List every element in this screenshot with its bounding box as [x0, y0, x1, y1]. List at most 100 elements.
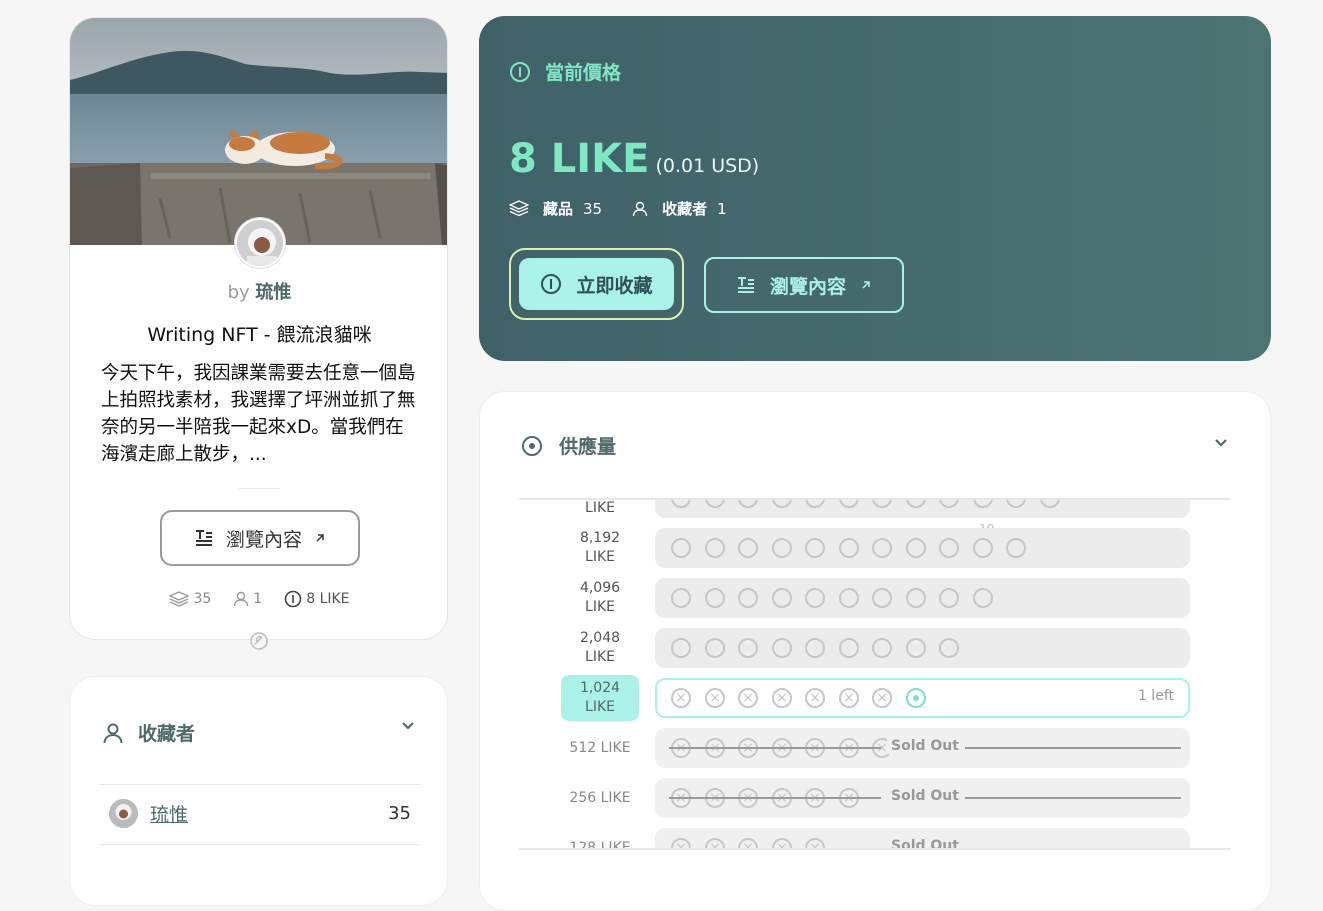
current-price-title: 當前價格: [545, 62, 622, 84]
price-stats: 藏品 35 收藏者 1: [509, 198, 727, 219]
price-stat: 8 LIKE: [284, 590, 350, 608]
sold-out-label: Sold Out: [887, 838, 963, 848]
tier-row: 2,048 LIKE: [519, 628, 1231, 668]
tier-bar: ×××××× Sold Out: [655, 778, 1190, 818]
tier-label-bottom: LIKE: [585, 699, 615, 715]
like-coin-icon: [541, 274, 562, 294]
tier-label: 1,024 LIKE: [561, 675, 639, 721]
tier-row: LIKE: [519, 500, 1231, 518]
collectors-value: 1: [717, 199, 727, 218]
user-icon: [234, 591, 249, 607]
tier-label: LIKE: [561, 500, 639, 521]
view-content-label: 瀏覽內容: [769, 275, 846, 298]
collectors-title: 收藏者: [138, 723, 196, 745]
tier-label: 8,192 LIKE: [561, 525, 639, 571]
like-coin-icon: [284, 590, 302, 608]
tier-label: 512 LIKE: [569, 739, 631, 756]
view-content-button[interactable]: 瀏覽內容: [160, 510, 360, 566]
collectors-header[interactable]: 收藏者: [102, 719, 195, 746]
current-price-label: 當前價格: [509, 58, 621, 85]
author-avatar[interactable]: [235, 218, 285, 268]
tier-bar[interactable]: [655, 528, 1190, 568]
tier-label: 2,048 LIKE: [561, 625, 639, 671]
tier-label-bottom: LIKE: [585, 549, 615, 565]
collectors-stat: 1: [233, 590, 262, 608]
like-coin-icon: [510, 61, 530, 82]
divider: [239, 488, 280, 489]
tier-row-sold: 256 LIKE ×××××× Sold Out: [519, 778, 1231, 818]
divider: [99, 844, 420, 845]
collectors-count: 1: [253, 591, 263, 607]
price-value: 8 LIKE: [306, 591, 350, 607]
items-count: 35: [193, 591, 212, 607]
tier-label-top: 4,096: [579, 580, 621, 596]
author-line: by 琉惟: [70, 278, 447, 304]
nft-title: Writing NFT - 餵流浪貓咪: [147, 324, 372, 346]
tier-label-bottom: LIKE: [585, 649, 615, 665]
collect-now-button[interactable]: 立即收藏: [509, 248, 684, 320]
collect-now-label: 立即收藏: [576, 274, 653, 297]
view-content-button[interactable]: 瀏覽內容: [704, 257, 904, 313]
arrow-up-right-icon: [862, 281, 870, 289]
divider: [99, 784, 420, 785]
tier-bar[interactable]: [655, 578, 1190, 618]
tier-bar[interactable]: [655, 628, 1190, 668]
user-icon: [632, 201, 648, 216]
tier-label-top: 1,024: [579, 680, 621, 696]
tier-bar[interactable]: [655, 500, 1190, 518]
collector-count: 35: [388, 803, 411, 824]
collector-avatar: [109, 799, 138, 828]
nft-stats: 35 1 8 LIKE: [70, 590, 447, 608]
layers-icon: [169, 591, 190, 607]
tier-label-bottom: LIKE: [585, 599, 615, 615]
tier-row: 4,096 LIKE: [519, 578, 1231, 618]
author-name[interactable]: 琉惟: [255, 282, 291, 303]
price-like: 8 LIKE: [509, 136, 650, 182]
tier-bar: × × × × × Sold Out: [655, 828, 1190, 848]
sold-out-label: Sold Out: [887, 738, 963, 754]
arrow-up-right-icon: [316, 534, 324, 542]
supply-header[interactable]: 供應量: [521, 432, 616, 459]
chevron-down-icon[interactable]: [401, 715, 415, 736]
chevron-down-icon[interactable]: [1214, 432, 1228, 453]
tier-label-top: 8,192: [579, 530, 621, 546]
cover-image[interactable]: [70, 18, 447, 245]
tier-row-sold: 128 LIKE × × × × × Sold Out: [519, 828, 1231, 848]
items-stat: 35: [169, 590, 211, 608]
layers-icon: [509, 200, 529, 217]
view-content-label: 瀏覽內容: [225, 528, 302, 551]
link-icon[interactable]: [249, 631, 269, 651]
tier-row: 8,192 LIKE: [519, 528, 1231, 568]
tier-label: 128 LIKE: [569, 839, 631, 849]
tier-bar: ××××××× Sold Out: [655, 728, 1190, 768]
nft-card: by 琉惟 Writing NFT - 餵流浪貓咪 今天下午，我因課業需要去任意…: [69, 17, 448, 640]
collectors-label: 收藏者: [662, 200, 708, 218]
tier-row-active: 1,024 LIKE × × × × × × × 1 left: [519, 675, 1231, 721]
nft-description: 今天下午，我因課業需要去任意一個島上拍照找素材，我選擇了坪洲並抓了無奈的另一半陪…: [101, 363, 416, 465]
current-price-panel: 當前價格 8 LIKE (0.01 USD) 藏品 35 收藏者 1 立即收藏 …: [479, 16, 1271, 361]
divider: [519, 848, 1231, 850]
supply-ladder: LIKE 10 8,192 LIKE 4,096 LIKE: [519, 500, 1231, 848]
remaining-count: 1 left: [1137, 688, 1174, 704]
items-value: 35: [583, 199, 603, 218]
tier-label-top: 2,048: [579, 630, 621, 646]
tier-bar[interactable]: × × × × × × × 1 left: [655, 678, 1190, 718]
by-prefix: by: [227, 282, 250, 303]
supply-panel: 供應量 LIKE 10 8,192 LIKE: [479, 391, 1271, 911]
price-usd: (0.01 USD): [655, 155, 760, 177]
text-doc-icon: [737, 277, 754, 293]
sold-out-label: Sold Out: [887, 788, 963, 804]
tier-label: 256 LIKE: [569, 789, 631, 806]
tier-label: 4,096 LIKE: [561, 575, 639, 621]
price-display: 8 LIKE (0.01 USD): [509, 136, 759, 182]
target-icon: [522, 435, 542, 456]
collector-row[interactable]: 琉惟 35: [109, 799, 411, 828]
tier-label-bottom: LIKE: [585, 500, 615, 516]
supply-title: 供應量: [559, 436, 617, 458]
collector-name[interactable]: 琉惟: [150, 800, 188, 827]
collectors-card: 收藏者 琉惟 35: [69, 676, 448, 906]
items-label: 藏品: [543, 200, 574, 218]
tier-row-sold: 512 LIKE ××××××× Sold Out: [519, 728, 1231, 768]
user-icon: [103, 723, 123, 743]
text-doc-icon: [195, 530, 212, 546]
